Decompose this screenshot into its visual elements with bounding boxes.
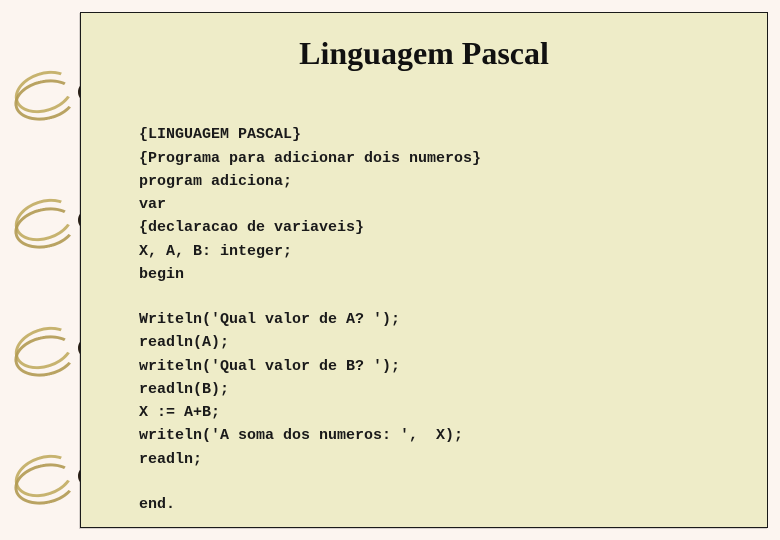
code-line: readln(A); xyxy=(139,334,229,351)
code-line: writeln('Qual valor de B? '); xyxy=(139,358,400,375)
code-line: program adiciona; xyxy=(139,173,292,190)
code-line: readln; xyxy=(139,451,202,468)
code-line: X, A, B: integer; xyxy=(139,243,292,260)
code-block-2: Writeln('Qual valor de A? '); readln(A);… xyxy=(139,308,767,471)
code-line: {LINGUAGEM PASCAL} xyxy=(139,126,301,143)
code-line: {declaracao de variaveis} xyxy=(139,219,364,236)
notebook-page: Linguagem Pascal {LINGUAGEM PASCAL} {Pro… xyxy=(80,12,768,528)
code-block-1: {LINGUAGEM PASCAL} {Programa para adicio… xyxy=(139,123,767,286)
code-line: {Programa para adicionar dois numeros} xyxy=(139,150,481,167)
code-line: end. xyxy=(139,496,175,513)
code-line: X := A+B; xyxy=(139,404,220,421)
code-block-3: end. xyxy=(139,493,767,516)
page-title: Linguagem Pascal xyxy=(81,35,767,72)
code-line: begin xyxy=(139,266,184,283)
code-listing: {LINGUAGEM PASCAL} {Programa para adicio… xyxy=(139,100,767,516)
code-line: Writeln('Qual valor de A? '); xyxy=(139,311,400,328)
code-line: readln(B); xyxy=(139,381,229,398)
code-line: var xyxy=(139,196,166,213)
code-line: writeln('A soma dos numeros: ', X); xyxy=(139,427,463,444)
